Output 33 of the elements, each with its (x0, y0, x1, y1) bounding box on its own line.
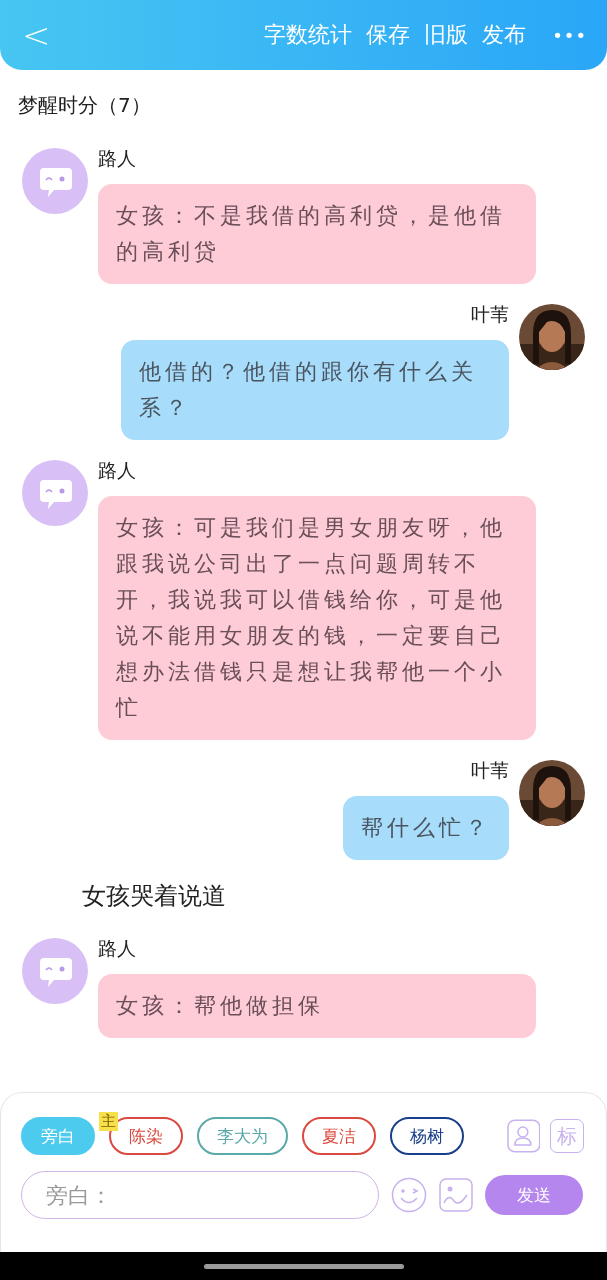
role-chip[interactable]: 李大为 (197, 1117, 288, 1155)
sender-name: 路人 (98, 936, 136, 961)
sender-name: 叶苇 (471, 758, 509, 783)
narration-text: 女孩哭着说道 (81, 881, 227, 912)
more-button[interactable]: ••• (552, 24, 587, 46)
tag-button[interactable]: 标 (550, 1119, 584, 1153)
header-action[interactable]: 发布 (482, 20, 527, 50)
sender-name: 路人 (98, 458, 136, 483)
chat-avatar-icon (22, 148, 88, 214)
input-field[interactable]: 旁白： (21, 1171, 379, 1219)
role-chip[interactable]: 夏洁 (302, 1117, 376, 1155)
sender-name: 路人 (98, 146, 136, 171)
role-chip[interactable]: 杨树 (390, 1117, 464, 1155)
message-bubble: 帮什么忙？ (343, 796, 509, 860)
header-action[interactable]: 字数统计 (264, 20, 353, 50)
person-icon[interactable] (506, 1119, 541, 1153)
header-action[interactable]: 旧版 (424, 20, 469, 50)
message-bubble: 他借的？他借的跟你有什么关系？ (121, 340, 509, 440)
emoji-icon[interactable] (391, 1177, 427, 1213)
header-action[interactable]: 保存 (366, 20, 411, 50)
message-bubble: 女孩：帮他做担保 (98, 974, 536, 1038)
message-bubble: 女孩：不是我借的高利贷，是他借的高利贷 (98, 184, 536, 284)
chapter-title: 梦醒时分（7） (17, 92, 152, 118)
message-bubble: 女孩：可是我们是男女朋友呀，他跟我说公司出了一点问题周转不开，我说我可以借钱给你，可是他说不能用女朋友的钱，一定要自己想办法借钱只是想让我帮他一个小忙 (98, 496, 536, 740)
lead-badge: 主 (99, 1112, 118, 1131)
role-chip[interactable]: 旁白 (21, 1117, 95, 1155)
image-icon[interactable] (439, 1178, 473, 1212)
sender-name: 叶苇 (471, 302, 509, 327)
back-button[interactable]: < (22, 15, 51, 55)
chat-avatar-icon (22, 938, 88, 1004)
chat-avatar-icon (22, 460, 88, 526)
home-indicator[interactable] (203, 1263, 404, 1269)
send-button[interactable]: 发送 (485, 1175, 583, 1215)
